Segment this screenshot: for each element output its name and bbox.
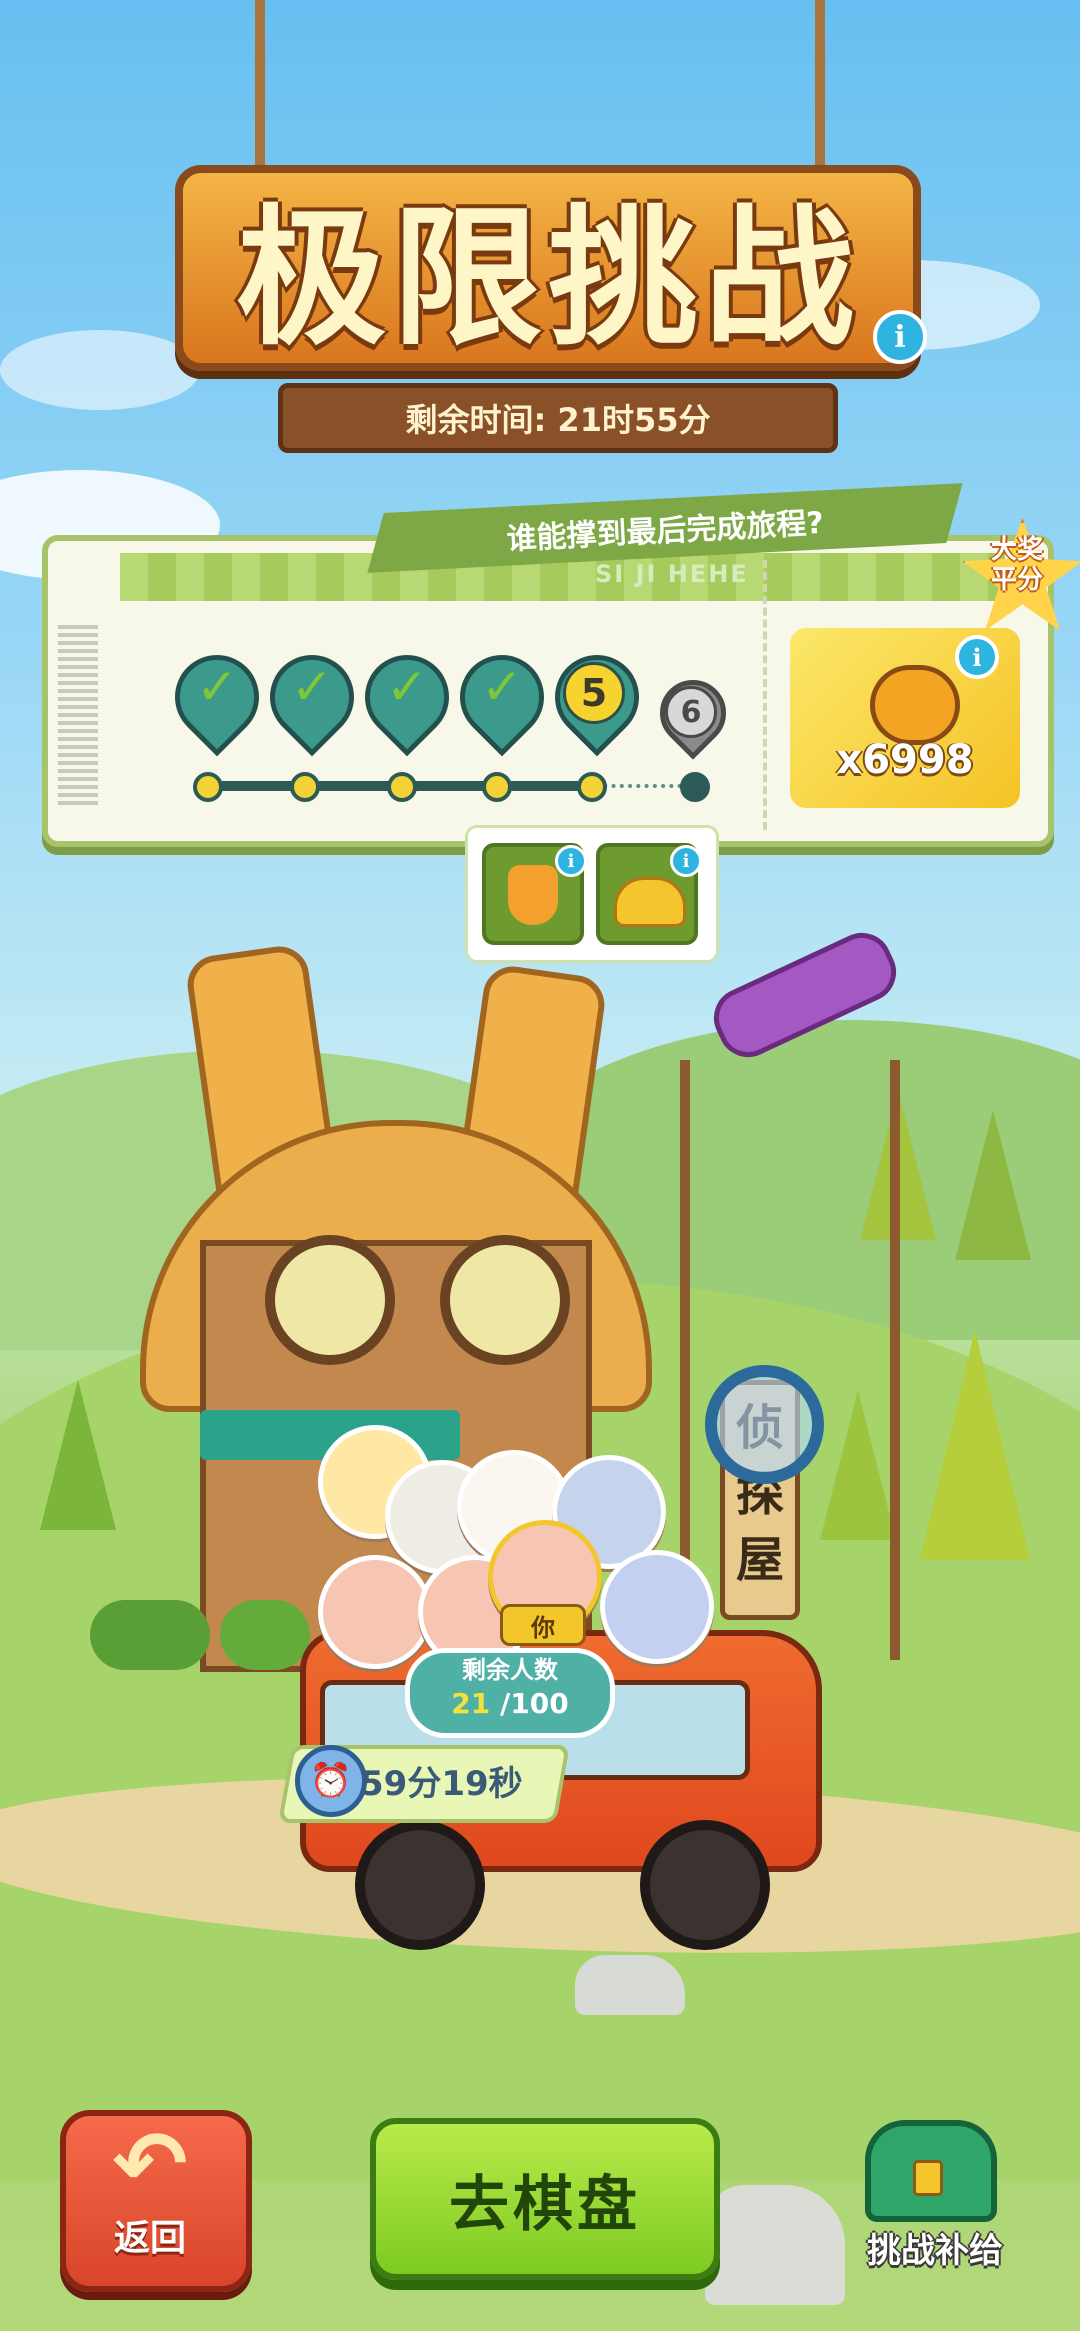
grand-prize-count: x6998	[836, 737, 974, 783]
tree	[955, 1110, 1031, 1260]
progress-node	[387, 772, 417, 802]
supply-chest-button[interactable]	[855, 2100, 997, 2222]
remaining-players-count: 21 /100	[410, 1687, 610, 1721]
sign-rope	[255, 0, 265, 180]
badge-line-2: 平分	[990, 565, 1043, 595]
badge-line-1: 大奖	[990, 535, 1043, 565]
round-window	[440, 1235, 570, 1365]
prize-info-icon[interactable]: i	[955, 635, 999, 679]
current-stage-number: 5	[563, 662, 625, 724]
tree	[40, 1380, 116, 1530]
locked-stage-number: 6	[665, 686, 717, 738]
supply-chest-label: 挑战补给	[867, 2230, 1003, 2271]
you-tag: 你	[500, 1604, 586, 1646]
go-board-button[interactable]: 去棋盘	[370, 2118, 720, 2280]
barcode-icon	[58, 625, 98, 805]
checkmark-icon: ✓	[291, 658, 333, 716]
reward-info-icon[interactable]: i	[670, 845, 702, 877]
progress-node-current	[577, 772, 607, 802]
cloud	[0, 330, 200, 410]
avatar	[600, 1550, 714, 1664]
alarm-clock-icon: ⏰	[295, 1745, 367, 1817]
bush	[220, 1600, 310, 1670]
remaining-players-title: 剩余人数	[462, 1656, 558, 1684]
ticket-code: SI JI HEHE	[595, 560, 749, 588]
magnifier-icon	[705, 1365, 824, 1484]
progress-node	[193, 772, 223, 802]
tropical-drink-icon	[508, 865, 558, 925]
back-button-label: 返回	[113, 2218, 186, 2259]
title-info-icon[interactable]: i	[873, 310, 927, 364]
page-title: 极限挑战	[235, 191, 860, 366]
avatar	[318, 1555, 432, 1669]
progress-node	[290, 772, 320, 802]
coin-pile-icon	[614, 877, 686, 927]
grand-prize-badge: 大奖 平分	[962, 535, 1072, 615]
tree	[920, 1330, 1030, 1560]
progress-track-remaining	[595, 784, 690, 788]
game-scene: 极限挑战 i 剩余时间: 21时55分 SI JI HEHE 谁能撑到最后完成旅…	[0, 0, 1080, 2331]
van-wheel	[640, 1820, 770, 1950]
rock	[575, 1955, 685, 2015]
paw-coin-icon	[870, 665, 960, 745]
sign-rope	[815, 0, 825, 180]
checkmark-icon: ✓	[386, 658, 428, 716]
remaining-current: 21	[451, 1687, 491, 1720]
progress-node	[680, 772, 710, 802]
chest-lock-icon	[913, 2160, 943, 2196]
remaining-players: 剩余人数 21 /100	[405, 1648, 615, 1738]
van-wheel	[355, 1820, 485, 1950]
back-arrow-icon: ↶	[112, 2112, 188, 2217]
checkmark-icon: ✓	[481, 658, 523, 716]
bush	[90, 1600, 210, 1670]
round-window	[265, 1235, 395, 1365]
progress-node	[482, 772, 512, 802]
ticket-perforation	[763, 560, 767, 830]
rock	[705, 2185, 845, 2305]
remaining-total: /100	[500, 1687, 569, 1720]
reward-info-icon[interactable]: i	[555, 845, 587, 877]
checkmark-icon: ✓	[196, 658, 238, 716]
remaining-time: 剩余时间: 21时55分	[278, 383, 838, 453]
countdown-text: 59分19秒	[360, 1763, 523, 1804]
